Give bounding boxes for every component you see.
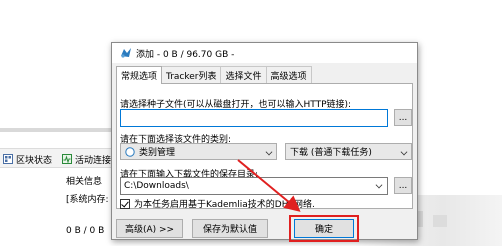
browse-seed-button[interactable]: ... bbox=[394, 109, 412, 126]
chevron-down-icon bbox=[375, 181, 383, 189]
dialog-titlebar[interactable]: 添加 - 0 B / 96.70 GB - bbox=[112, 43, 417, 63]
tab-advanced-options[interactable]: 高级选项 bbox=[265, 66, 312, 83]
download-mode-select[interactable]: 下载 (普通下载任务) bbox=[285, 143, 412, 160]
add-task-dialog: 添加 - 0 B / 96.70 GB - 常规选项 Tracker列表 选择文… bbox=[111, 42, 418, 242]
dialog-tabs: 常规选项 Tracker列表 选择文件 高级选项 bbox=[116, 66, 312, 84]
seed-file-input[interactable] bbox=[120, 109, 388, 127]
browse-save-dir-button[interactable]: ... bbox=[394, 177, 412, 194]
tab-select-files[interactable]: 选择文件 bbox=[220, 66, 267, 83]
save-dir-value: C:\Downloads\ bbox=[124, 181, 189, 191]
chevron-down-icon bbox=[265, 148, 273, 156]
category-radio-icon bbox=[125, 146, 135, 157]
category-value: 类别管理 bbox=[139, 148, 176, 158]
system-memory-label: [系统内存: bbox=[66, 195, 109, 205]
download-mode-value: 下载 (普通下载任务) bbox=[290, 148, 372, 158]
grid-icon bbox=[3, 154, 13, 164]
app-logo-icon bbox=[121, 48, 131, 58]
transfer-size-label: 0 B / 0 B bbox=[66, 226, 105, 236]
ok-button-highlight bbox=[289, 215, 359, 242]
dht-checkbox-row[interactable]: 为本任务启用基于Kademlia技术的DHT网络. bbox=[120, 197, 315, 210]
category-select[interactable]: 类别管理 bbox=[120, 143, 277, 160]
toolbar-item-block-status[interactable]: 区块状态 bbox=[3, 152, 52, 166]
toolbar-item-active-connections[interactable]: 活动连接 bbox=[62, 152, 111, 166]
blurred-block bbox=[433, 215, 447, 227]
tab-general-options[interactable]: 常规选项 bbox=[116, 66, 163, 84]
toolbar-item-label: 区块状态 bbox=[16, 155, 53, 166]
general-options-panel: 请选择种子文件(可以从磁盘打开，也可以输入HTTP链接): ... 请在下面选择… bbox=[116, 83, 413, 210]
dht-checkbox[interactable] bbox=[120, 198, 130, 209]
background-toolbar: 区块状态 活动连接 bbox=[0, 148, 120, 168]
background-divider bbox=[0, 128, 120, 132]
chevron-down-icon bbox=[400, 148, 408, 156]
save-as-default-button[interactable]: 保存为默认值 bbox=[192, 219, 268, 238]
activity-icon bbox=[62, 154, 72, 164]
background-details-pane: 相关信息 [系统内存: 0 B / 0 B bbox=[0, 168, 120, 246]
toolbar-item-label: 活动连接 bbox=[75, 155, 112, 166]
dht-checkbox-label: 为本任务启用基于Kademlia技术的DHT网络. bbox=[134, 200, 315, 210]
related-info-label: 相关信息 bbox=[66, 177, 103, 187]
save-dir-combobox[interactable]: C:\Downloads\ bbox=[120, 177, 388, 195]
dialog-title: 添加 - 0 B / 96.70 GB - bbox=[136, 49, 235, 60]
advanced-button[interactable]: 高级(A) >> bbox=[116, 219, 183, 238]
tab-tracker-list[interactable]: Tracker列表 bbox=[161, 66, 222, 83]
